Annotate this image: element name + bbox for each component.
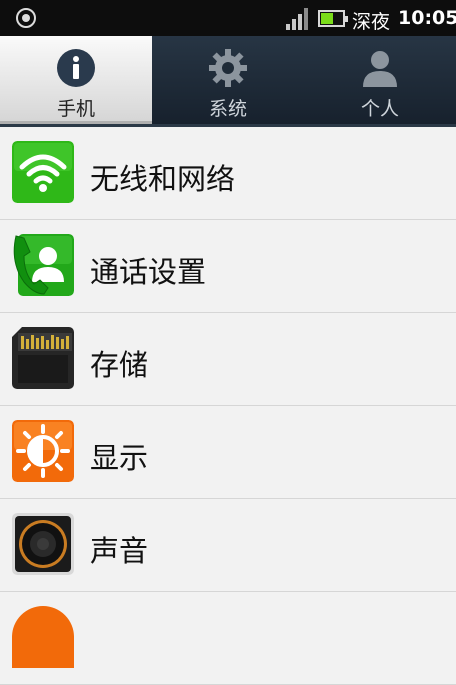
signal-icon — [286, 8, 310, 30]
brightness-icon — [12, 420, 74, 482]
night-mode-label: 深夜 — [352, 11, 391, 33]
tab-bar: 手机 系统 个人 — [0, 36, 456, 124]
tab-system[interactable]: 系统 — [152, 36, 304, 124]
list-item-label: 显示 — [90, 441, 149, 475]
battery-level — [321, 13, 333, 24]
list-item-label: 存储 — [90, 348, 149, 382]
sd-card-icon — [12, 327, 74, 389]
speaker-icon — [12, 513, 74, 575]
person-icon — [363, 51, 397, 87]
status-bar: 深夜 10:05 — [0, 0, 456, 36]
list-item-label: 无线和网络 — [90, 162, 236, 196]
list-item-call-settings[interactable]: 通话设置 — [0, 220, 456, 313]
clock: 10:05 — [398, 7, 456, 29]
list-item-wireless[interactable]: 无线和网络 — [0, 127, 456, 220]
gear-icon — [209, 49, 247, 87]
list-item-partial[interactable] — [0, 592, 456, 685]
tab-label: 个人 — [360, 98, 399, 120]
battery-icon — [318, 10, 348, 27]
list-item-label: 声音 — [90, 534, 149, 568]
tab-label: 系统 — [208, 98, 247, 120]
list-item-sound[interactable]: 声音 — [0, 499, 456, 592]
partial-icon — [12, 606, 74, 668]
tab-label: 手机 — [56, 98, 95, 120]
notification-icon — [16, 8, 36, 28]
wifi-icon — [12, 141, 74, 203]
tab-phone[interactable]: 手机 — [0, 36, 152, 124]
list-item-display[interactable]: 显示 — [0, 406, 456, 499]
phone-contact-icon — [13, 234, 74, 296]
info-icon — [57, 49, 95, 87]
tab-personal[interactable]: 个人 — [304, 36, 456, 124]
list-item-label: 通话设置 — [90, 255, 207, 289]
list-item-storage[interactable]: 存储 — [0, 313, 456, 406]
